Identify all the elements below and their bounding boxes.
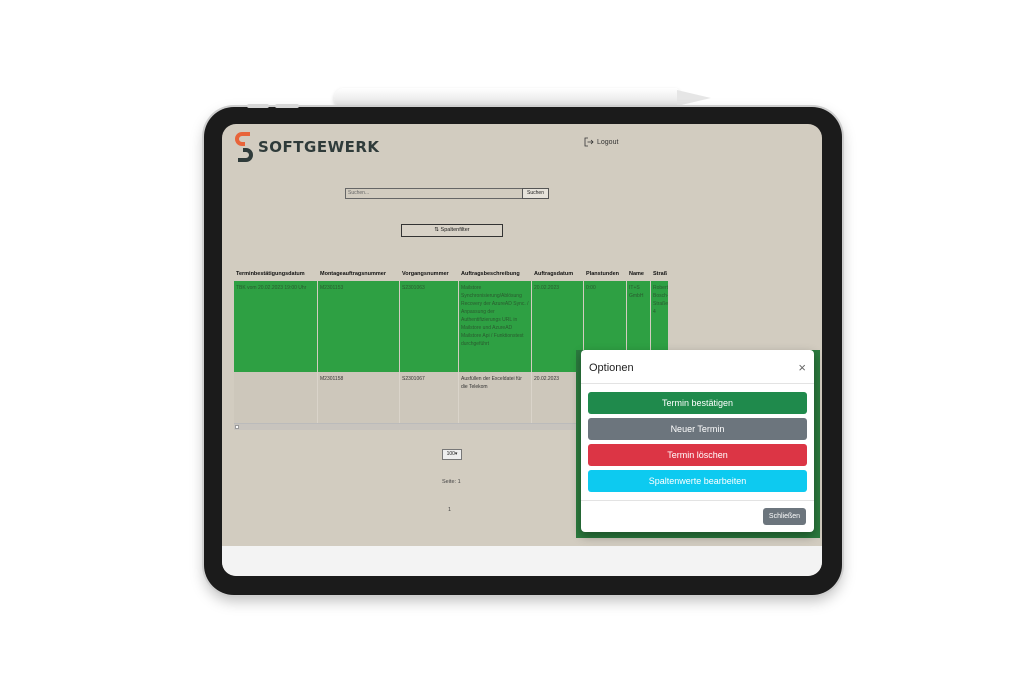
header-cell[interactable]: Straß <box>651 271 669 277</box>
column-filter-label: Spaltenfilter <box>440 227 470 233</box>
logout-icon <box>584 137 594 147</box>
logo: SOFTGEWERK <box>234 130 380 164</box>
bottom-bar <box>222 546 822 576</box>
scroll-thumb[interactable] <box>235 425 239 429</box>
table-header: Terminbestätigungsdatum Montageauftragsn… <box>234 267 669 281</box>
table-cell: TBK vom 20.02.2023 19:00 Uhr <box>234 281 318 372</box>
close-icon[interactable]: × <box>798 360 806 375</box>
close-modal-button[interactable]: Schließen <box>763 508 806 525</box>
header-cell[interactable]: Vorgangsnummer <box>400 271 459 277</box>
options-modal: Optionen × Termin bestätigen Neuer Termi… <box>581 350 814 532</box>
delete-appointment-button[interactable]: Termin löschen <box>588 444 807 466</box>
table-cell: S2301063 <box>400 281 459 372</box>
logout-link[interactable]: Logout <box>584 137 618 147</box>
apple-pencil <box>334 88 679 108</box>
page-size-value: 100 <box>446 451 455 457</box>
page-number-link[interactable]: 1 <box>448 507 451 513</box>
table-cell: Ausfüllen der Exceldatei für die Telekom <box>459 372 532 424</box>
table-cell: S2301067 <box>400 372 459 424</box>
header-cell[interactable]: Auftragsbeschreibung <box>459 271 532 277</box>
table-cell: Mailstore Synchronisierung/Ablösung Reco… <box>459 281 532 372</box>
pencil-tip <box>677 90 711 106</box>
logout-label: Logout <box>597 138 619 146</box>
tablet-button <box>247 104 269 108</box>
edit-column-values-button[interactable]: Spaltenwerte bearbeiten <box>588 470 807 492</box>
modal-divider <box>581 383 814 384</box>
logo-mark-icon <box>235 132 253 162</box>
header-cell[interactable]: Auftragsdatum <box>532 271 584 277</box>
logo-text: SOFTGEWERK <box>258 138 380 156</box>
chevron-down-icon: ▾ <box>454 451 458 457</box>
new-appointment-button[interactable]: Neuer Termin <box>588 418 807 440</box>
search-button[interactable]: Suchen <box>522 188 549 199</box>
modal-title: Optionen <box>589 362 634 374</box>
table-cell <box>234 372 318 424</box>
page-label: Seite: 1 <box>442 479 461 485</box>
search-input[interactable]: Suchen... <box>345 188 526 199</box>
table-cell: M2301153 <box>318 281 400 372</box>
horizontal-scrollbar[interactable] <box>234 423 594 430</box>
header-cell[interactable]: Planstunden <box>584 271 627 277</box>
confirm-appointment-button[interactable]: Termin bestätigen <box>588 392 807 414</box>
header-cell[interactable]: Terminbestätigungsdatum <box>234 271 318 277</box>
column-filter-button[interactable]: ⇅ Spaltenfilter <box>401 224 503 237</box>
page-size-select[interactable]: 100▾ <box>442 449 462 460</box>
header-cell[interactable]: Montageauftragsnummer <box>318 271 400 277</box>
tablet-button <box>275 104 299 108</box>
app-screen: SOFTGEWERK Logout Suchen... Suchen ⇅ Spa… <box>222 124 822 576</box>
modal-divider <box>581 500 814 501</box>
table-cell: M2301158 <box>318 372 400 424</box>
header-cell[interactable]: Name <box>627 271 651 277</box>
